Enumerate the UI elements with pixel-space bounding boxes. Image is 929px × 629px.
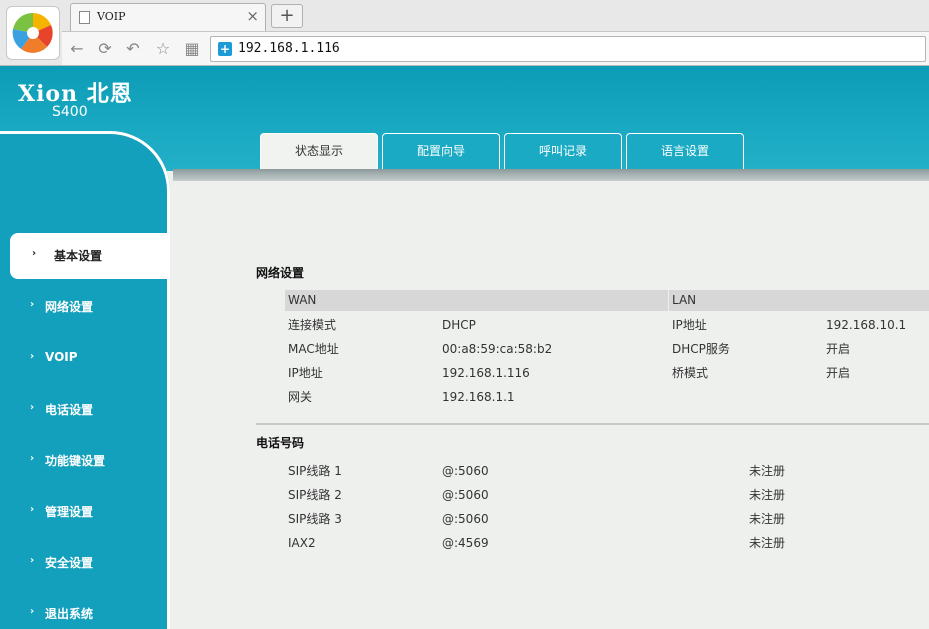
sidebar-item-security[interactable]: › 安全设置 (0, 540, 170, 586)
sidebar-item-label: 管理设置 (45, 505, 94, 519)
model-name: S400 (52, 104, 88, 120)
line-name: SIP线路 1 (288, 464, 342, 478)
main-content (170, 181, 929, 629)
grid-icon[interactable]: ▦ (181, 38, 203, 60)
sidebar-item-function-keys[interactable]: › 功能键设置 (0, 438, 170, 484)
sidebar-item-logout[interactable]: › 退出系统 (0, 591, 170, 629)
line-account: @:5060 (442, 512, 489, 526)
sidebar-item-label: VOIP (45, 350, 78, 364)
sidebar-item-label: 功能键设置 (45, 454, 106, 468)
undo-icon[interactable]: ↶ (122, 38, 144, 60)
wan-header: WAN (285, 290, 668, 311)
tab-setup-wizard[interactable]: 配置向导 (382, 133, 500, 169)
browser-logo-icon[interactable] (6, 6, 60, 60)
wan-value: 192.168.1.1 (442, 390, 515, 404)
chevron-right-icon: › (30, 606, 35, 617)
page-icon (79, 11, 90, 24)
sidebar-item-label: 网络设置 (45, 300, 94, 314)
sidebar-item-phone-settings[interactable]: › 电话设置 (0, 387, 170, 433)
tab-call-log[interactable]: 呼叫记录 (504, 133, 622, 169)
wan-value: 00:a8:59:ca:58:b2 (442, 342, 553, 356)
navigation-bar: ← ⟳ ↶ ☆ ▦ + 192.168.1.116 (62, 31, 929, 65)
line-status: 未注册 (749, 464, 786, 478)
line-status: 未注册 (749, 536, 786, 550)
refresh-icon[interactable]: ⟳ (94, 38, 116, 60)
tabs-band (173, 169, 929, 181)
section-divider (256, 423, 929, 425)
lan-label: 桥模式 (672, 366, 709, 380)
lan-value: 开启 (826, 366, 851, 380)
sidebar-item-label: 安全设置 (45, 556, 94, 570)
close-icon[interactable]: × (246, 7, 259, 25)
url-text: 192.168.1.116 (238, 41, 340, 56)
wan-label: MAC地址 (288, 342, 339, 356)
sidebar-item-label: 基本设置 (54, 249, 103, 263)
sidebar-item-basic-settings[interactable]: › 基本设置 (10, 233, 170, 279)
chevron-right-icon: › (30, 453, 35, 464)
chevron-right-icon: › (32, 248, 37, 259)
lan-value: 192.168.10.1 (826, 318, 907, 332)
lan-label: DHCP服务 (672, 342, 730, 356)
sidebar-item-management[interactable]: › 管理设置 (0, 489, 170, 535)
phone-section-title: 电话号码 (256, 436, 305, 450)
back-icon[interactable]: ← (66, 38, 88, 60)
browser-toolbar: VOIP × + ← ⟳ ↶ ☆ ▦ + 192.168.1.116 (0, 0, 929, 66)
sidebar-item-label: 退出系统 (45, 607, 94, 621)
line-account: @:5060 (442, 464, 489, 478)
tab-language[interactable]: 语言设置 (626, 133, 744, 169)
line-account: @:4569 (442, 536, 489, 550)
new-tab-button[interactable]: + (271, 4, 303, 28)
wan-label: 网关 (288, 390, 313, 404)
line-status: 未注册 (749, 512, 786, 526)
wan-label: 连接模式 (288, 318, 337, 332)
tab-title: VOIP (97, 10, 126, 23)
line-name: SIP线路 2 (288, 488, 342, 502)
line-account: @:5060 (442, 488, 489, 502)
chevron-right-icon: › (30, 555, 35, 566)
chevron-right-icon: › (30, 351, 35, 362)
shield-icon: + (218, 42, 232, 56)
sidebar-item-label: 电话设置 (45, 403, 94, 417)
star-icon[interactable]: ☆ (152, 38, 174, 60)
line-name: SIP线路 3 (288, 512, 342, 526)
lan-header: LAN (669, 290, 929, 311)
network-section-title: 网络设置 (256, 266, 305, 280)
lan-label: IP地址 (672, 318, 707, 332)
line-status: 未注册 (749, 488, 786, 502)
chevron-right-icon: › (30, 504, 35, 515)
browser-tab[interactable]: VOIP × (70, 3, 266, 31)
sidebar-item-voip[interactable]: › VOIP (0, 336, 170, 382)
wan-label: IP地址 (288, 366, 323, 380)
sidebar-item-network-settings[interactable]: › 网络设置 (0, 284, 170, 330)
chevron-right-icon: › (30, 402, 35, 413)
tab-status[interactable]: 状态显示 (260, 133, 378, 170)
line-name: IAX2 (288, 536, 316, 550)
sidebar: › 基本设置 › 网络设置 › VOIP › 电话设置 › 功能键设置 › 管理… (0, 131, 170, 629)
lan-value: 开启 (826, 342, 851, 356)
chevron-right-icon: › (30, 299, 35, 310)
address-bar[interactable]: + 192.168.1.116 (210, 36, 926, 62)
wan-value: 192.168.1.116 (442, 366, 530, 380)
wan-value: DHCP (442, 318, 476, 332)
